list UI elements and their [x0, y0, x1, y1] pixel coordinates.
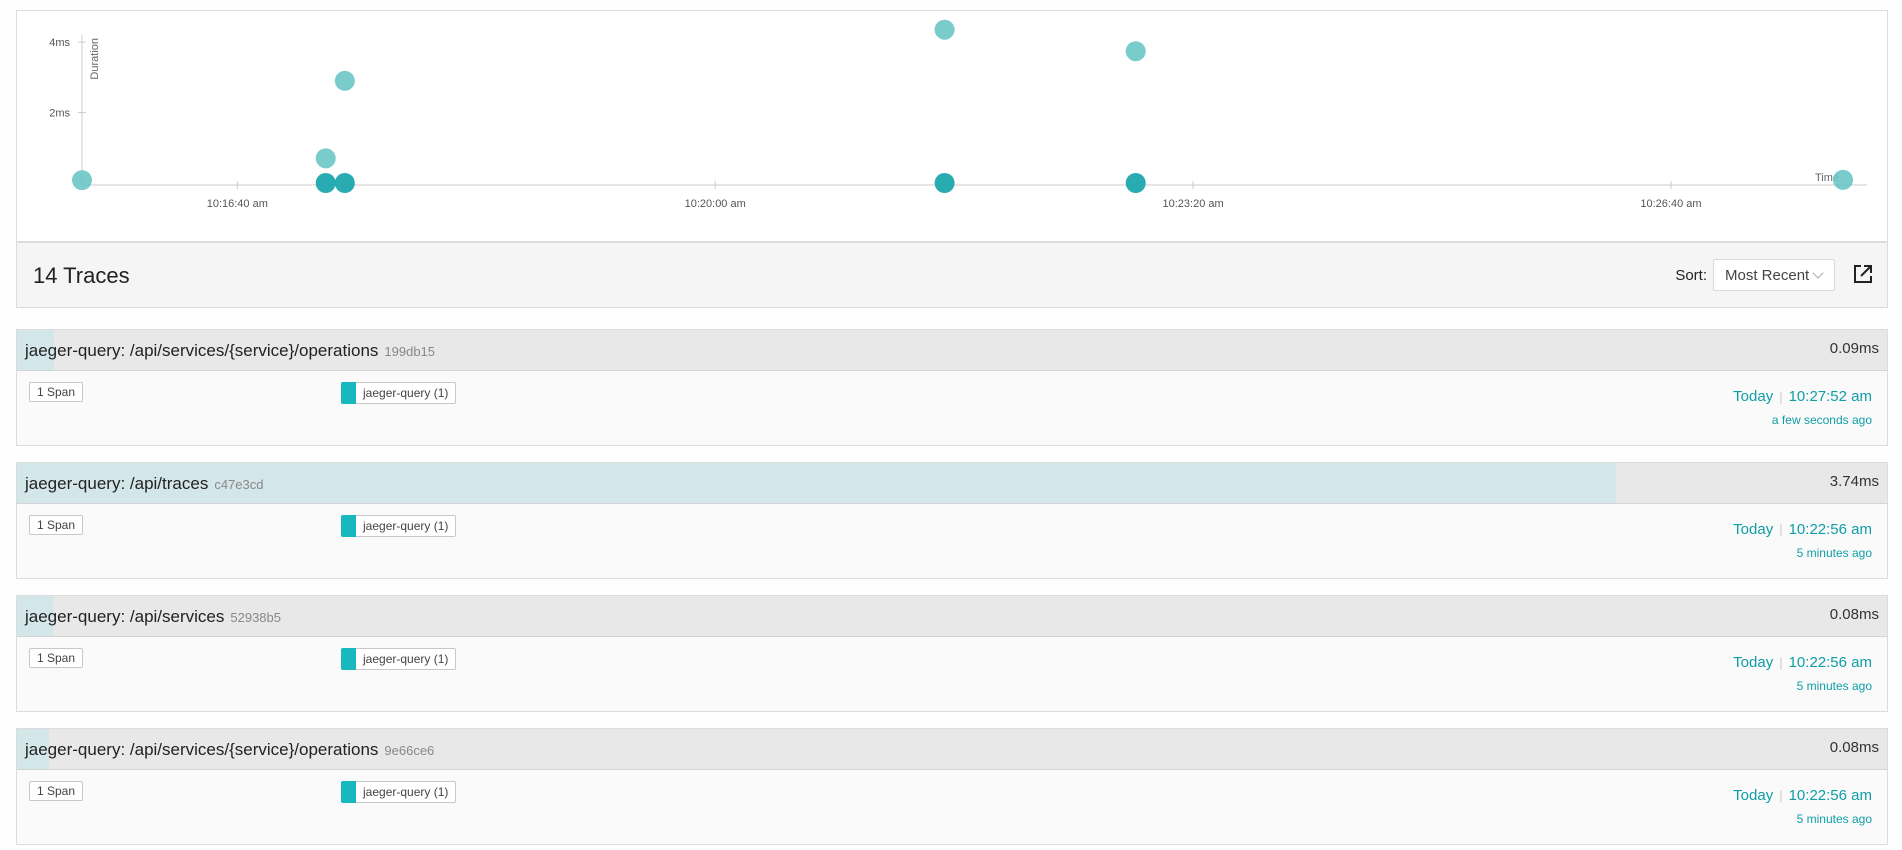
trace-time: 10:27:52 am	[1788, 388, 1872, 405]
service-color-swatch	[341, 648, 356, 670]
trace-relative-time: a few seconds ago	[1771, 413, 1872, 427]
data-point	[334, 173, 355, 193]
sort-label: Sort:	[1675, 267, 1707, 284]
data-point	[315, 148, 336, 169]
external-open-icon[interactable]	[1853, 264, 1873, 284]
data-point	[934, 173, 955, 193]
trace-name: jaeger-query: /api/services/{service}/op…	[25, 341, 379, 360]
y-axis-label: Duration	[89, 38, 101, 80]
data-point	[72, 170, 92, 191]
service-tag: jaeger-query (1)	[341, 382, 457, 404]
trace-name: jaeger-query: /api/traces	[25, 474, 209, 493]
service-tag-label: jaeger-query (1)	[363, 386, 449, 400]
trace-relative-time: 5 minutes ago	[1796, 812, 1872, 826]
sort-select[interactable]: Most Recent	[1713, 259, 1835, 291]
data-point	[1125, 173, 1146, 193]
x-tick-label: 10:23:20 am	[1163, 198, 1224, 210]
x-tick-label: 10:26:40 am	[1640, 198, 1701, 210]
trace-duration: 0.08ms	[1829, 606, 1879, 623]
chevron-down-icon	[1812, 267, 1824, 279]
trace-title[interactable]: jaeger-query: /api/services/{service}/op…	[25, 740, 434, 760]
trace-start-time: Today | 10:22:56 am	[1733, 654, 1872, 671]
trace-name: jaeger-query: /api/services/{service}/op…	[25, 740, 379, 759]
trace-id: c47e3cd	[214, 477, 264, 492]
results-header: 14 Traces Sort: Most Recent	[16, 242, 1888, 308]
span-count-badge: 1 Span	[29, 515, 84, 535]
service-color-swatch	[341, 382, 356, 404]
trace-time: 10:22:56 am	[1788, 787, 1872, 804]
span-count-badge: 1 Span	[29, 781, 84, 801]
service-color-swatch	[341, 781, 356, 803]
span-count-badge: 1 Span	[29, 648, 84, 668]
data-point	[1833, 169, 1853, 190]
service-tag: jaeger-query (1)	[341, 781, 457, 803]
data-point	[934, 19, 955, 40]
trace-row-header[interactable]: jaeger-query: /api/traces c47e3cd 3.74ms	[17, 463, 1887, 504]
service-tag: jaeger-query (1)	[341, 515, 457, 537]
trace-time: 10:22:56 am	[1788, 521, 1872, 538]
service-tag: jaeger-query (1)	[341, 648, 457, 670]
trace-duration: 0.08ms	[1829, 739, 1879, 756]
x-tick-label: 10:16:40 am	[207, 198, 268, 210]
traces-count-title: 14 Traces	[33, 263, 130, 288]
service-tag-label: jaeger-query (1)	[363, 519, 449, 533]
service-tag-label: jaeger-query (1)	[363, 785, 449, 799]
trace-day: Today	[1733, 654, 1774, 671]
data-point	[334, 70, 355, 91]
trace-row[interactable]: jaeger-query: /api/services 52938b5 0.08m…	[16, 595, 1888, 712]
data-point	[1125, 41, 1146, 62]
trace-id: 9e66ce6	[384, 743, 435, 758]
trace-row[interactable]: jaeger-query: /api/traces c47e3cd 3.74ms …	[16, 462, 1888, 579]
trace-id: 199db15	[384, 344, 436, 359]
trace-id: 52938b5	[230, 610, 281, 625]
x-tick-label: 10:20:00 am	[685, 198, 746, 210]
trace-start-time: Today | 10:22:56 am	[1733, 787, 1872, 804]
trace-row-header[interactable]: jaeger-query: /api/services/{service}/op…	[17, 330, 1887, 371]
trace-day: Today	[1733, 787, 1774, 804]
trace-day: Today	[1733, 388, 1774, 405]
trace-start-time: Today | 10:22:56 am	[1733, 521, 1872, 538]
trace-row[interactable]: jaeger-query: /api/services/{service}/op…	[16, 329, 1888, 446]
scatter-plot: 2ms 4ms 10:16:40 am 10:20:00 am 10:23:20 am 1…	[49, 19, 1867, 210]
y-tick-label: 4ms	[49, 37, 70, 49]
trace-duration: 3.74ms	[1829, 473, 1879, 490]
trace-name: jaeger-query: /api/services	[25, 607, 225, 626]
trace-time: 10:22:56 am	[1788, 654, 1872, 671]
trace-row-header[interactable]: jaeger-query: /api/services/{service}/op…	[17, 729, 1887, 770]
service-color-swatch	[341, 515, 356, 537]
sort-select-value: Most Recent	[1725, 267, 1810, 284]
trace-day: Today	[1733, 521, 1774, 538]
trace-start-time: Today | 10:27:52 am	[1733, 388, 1872, 405]
trace-relative-time: 5 minutes ago	[1796, 546, 1872, 560]
trace-row[interactable]: jaeger-query: /api/services/{service}/op…	[16, 728, 1888, 845]
data-point	[315, 173, 336, 193]
trace-title[interactable]: jaeger-query: /api/services 52938b5	[25, 607, 281, 627]
trace-title[interactable]: jaeger-query: /api/services/{service}/op…	[25, 341, 435, 361]
y-tick-label: 2ms	[49, 108, 70, 120]
trace-scatter-chart: 2ms 4ms 10:16:40 am 10:20:00 am 10:23:20 am 1…	[16, 10, 1888, 242]
service-tag-label: jaeger-query (1)	[363, 652, 449, 666]
trace-relative-time: 5 minutes ago	[1796, 679, 1872, 693]
trace-title[interactable]: jaeger-query: /api/traces c47e3cd	[25, 474, 263, 494]
trace-row-header[interactable]: jaeger-query: /api/services 52938b5 0.08m…	[17, 596, 1887, 637]
span-count-badge: 1 Span	[29, 382, 84, 402]
trace-duration: 0.09ms	[1829, 340, 1879, 357]
